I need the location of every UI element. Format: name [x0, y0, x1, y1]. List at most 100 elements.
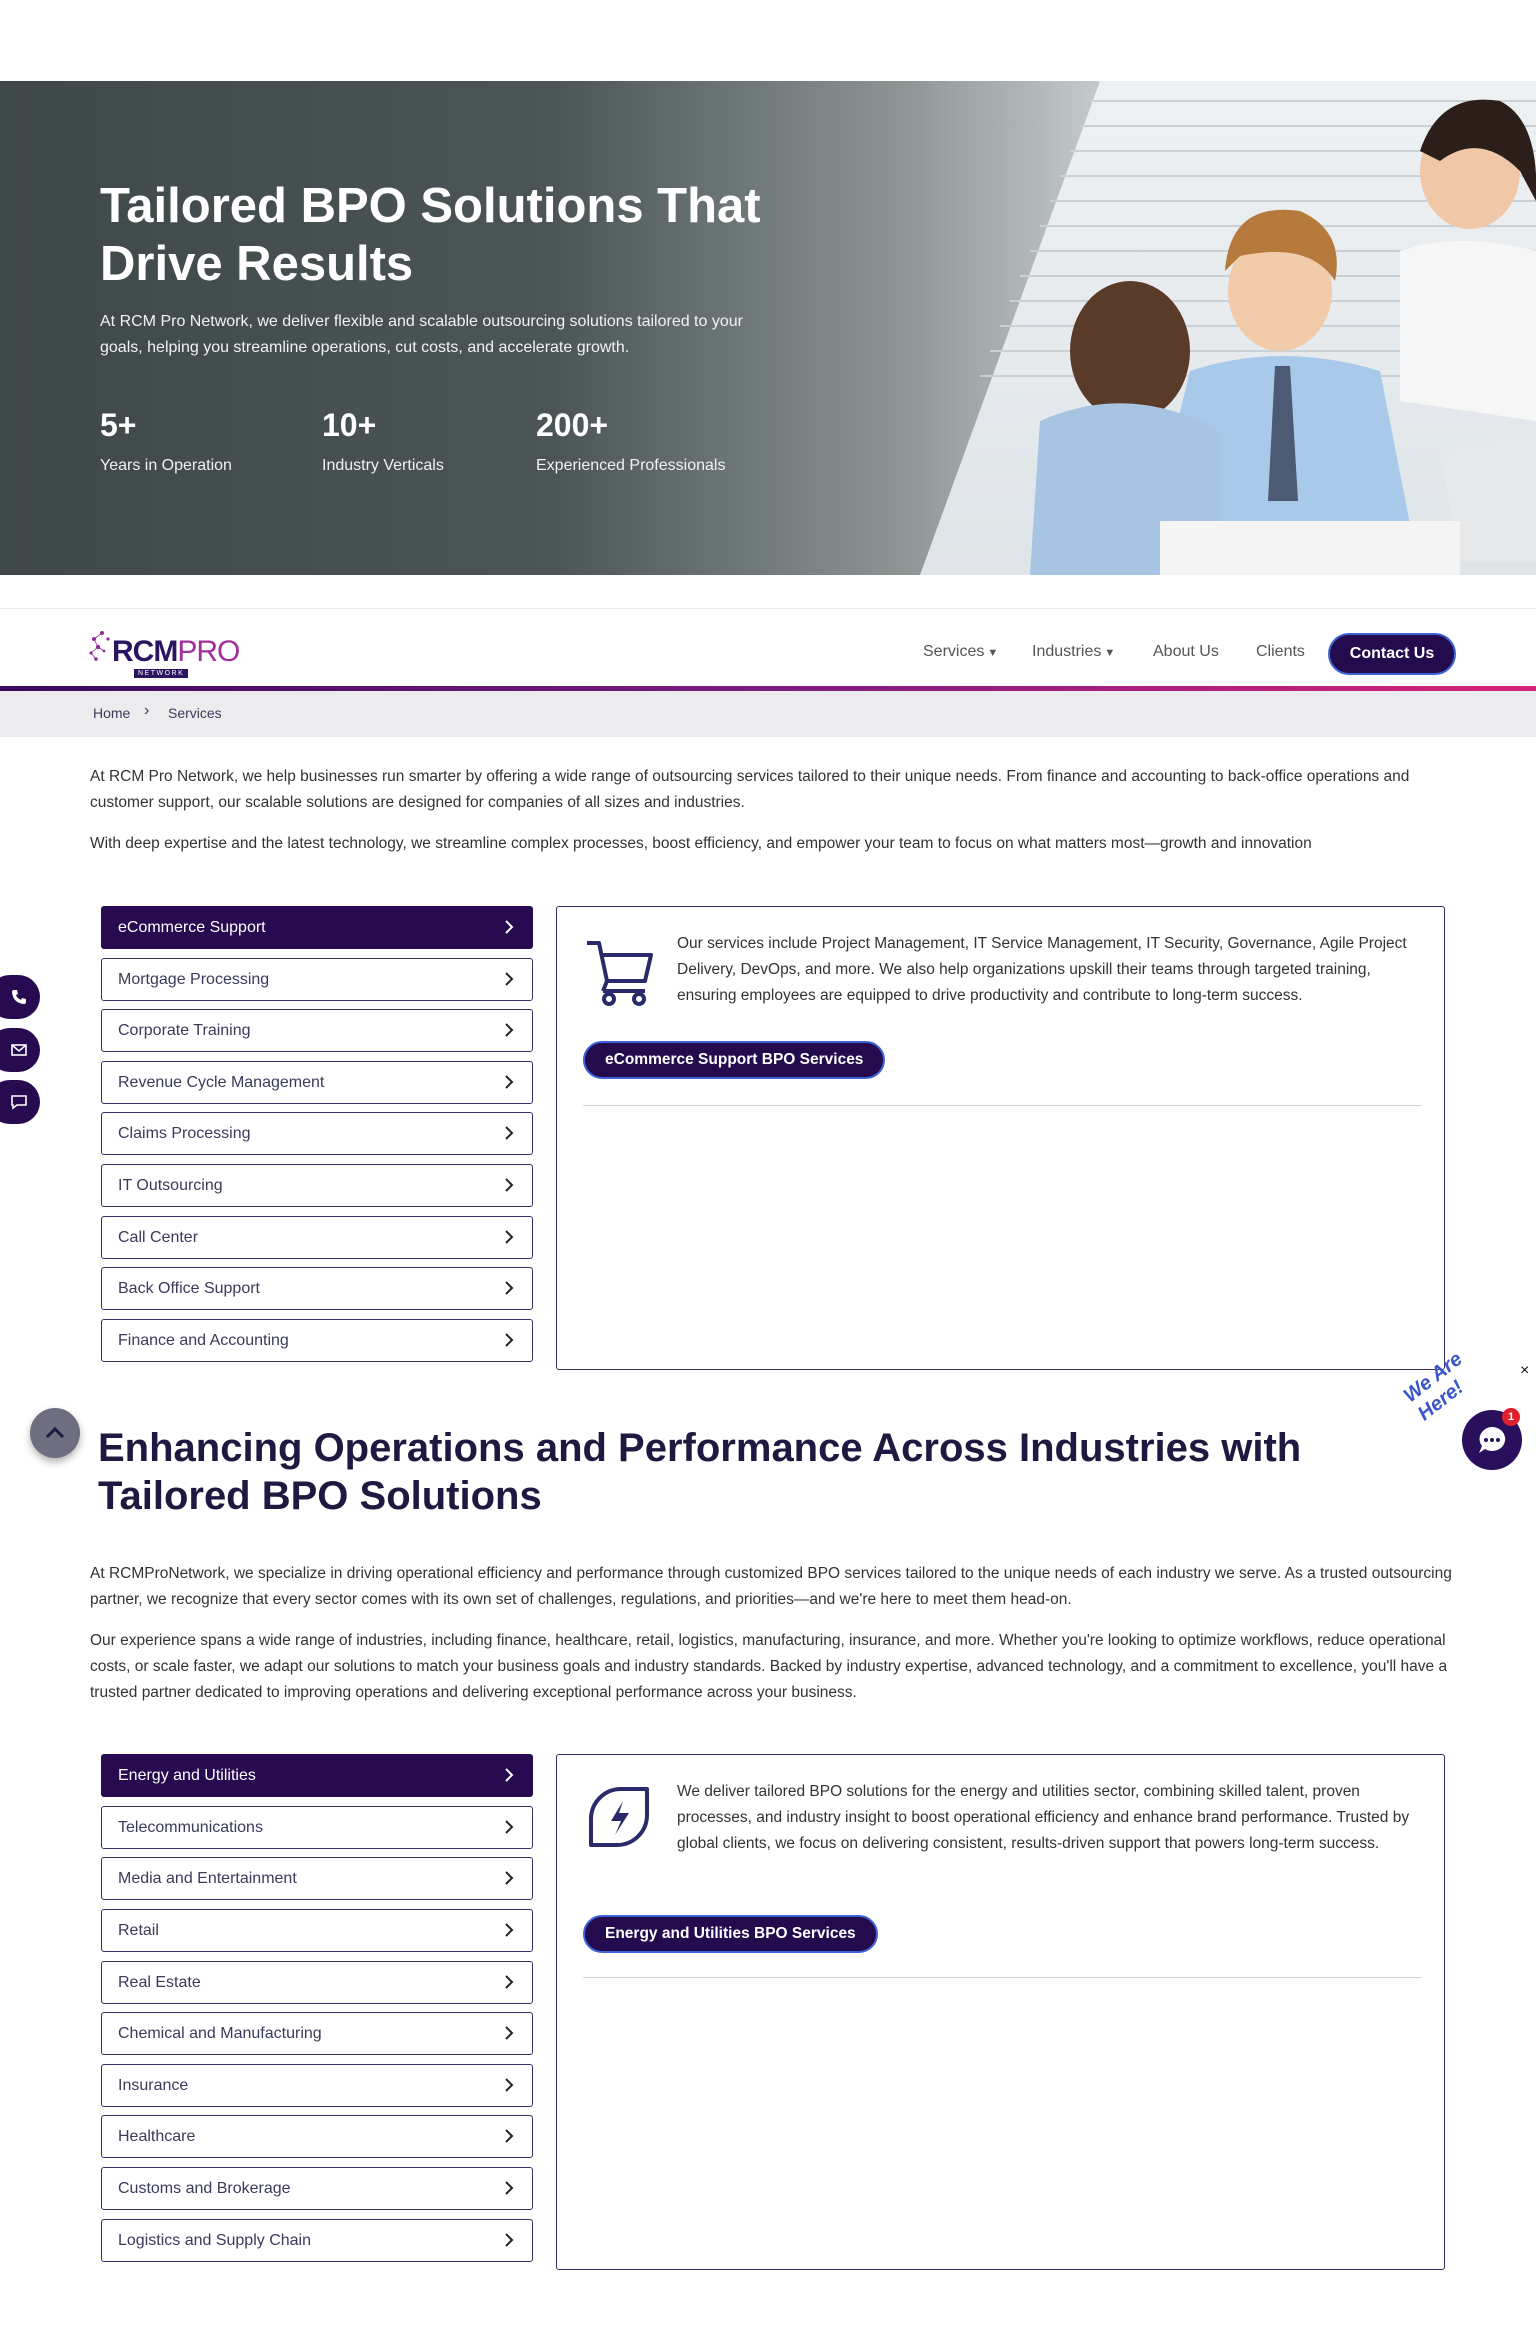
chevron-right-icon: [505, 2026, 514, 2040]
breadcrumb-home[interactable]: Home: [93, 705, 130, 721]
chat-close-icon[interactable]: ×: [1520, 1362, 1529, 1380]
scroll-to-top-button[interactable]: [30, 1408, 80, 1458]
nav-label: Clients: [1256, 643, 1305, 660]
hero-subtitle: At RCM Pro Network, we deliver flexible …: [100, 313, 743, 356]
list-item-label: Energy and Utilities: [118, 1766, 256, 1784]
energy-leaf-icon: [589, 1787, 649, 1847]
service-item-ecommerce-support[interactable]: eCommerce Support: [101, 906, 533, 949]
nav-services[interactable]: Services ▼: [923, 643, 998, 661]
chevron-right-icon: [505, 2181, 514, 2195]
email-float-button[interactable]: [0, 1028, 40, 1072]
hero-banner: Tailored BPO Solutions That Drive Result…: [0, 81, 1536, 575]
list-item-label: IT Outsourcing: [118, 1176, 223, 1194]
chat-notification-badge: 1: [1502, 1408, 1520, 1426]
chevron-up-icon: [45, 1426, 65, 1439]
list-item-label: Insurance: [118, 2076, 189, 2094]
phone-float-button[interactable]: [0, 975, 40, 1019]
service-detail-panel: Our services include Project Management,…: [556, 906, 1445, 1370]
breadcrumb-current: Services: [168, 705, 222, 721]
chevron-right-icon: [505, 1023, 514, 1037]
shopping-cart-icon: [587, 941, 653, 1006]
chevron-right-icon: [505, 1281, 514, 1295]
breadcrumb-separator-icon: ›: [144, 702, 150, 719]
stat-value: 5+: [100, 407, 137, 443]
logo-rcm: RCM: [112, 635, 178, 668]
stat-label: Years in Operation: [100, 457, 232, 474]
list-item-label: Back Office Support: [118, 1279, 260, 1297]
chevron-right-icon: [505, 2078, 514, 2092]
logo-wordmark: RCMPRO: [112, 635, 240, 669]
chat-bubble-icon: [1479, 1426, 1506, 1453]
nav-industries[interactable]: Industries ▼: [1032, 643, 1115, 661]
ecommerce-support-bpo-services-button[interactable]: eCommerce Support BPO Services: [583, 1041, 886, 1079]
chevron-right-icon: [505, 1126, 514, 1140]
list-item-label: Revenue Cycle Management: [118, 1073, 325, 1091]
chevron-right-icon: [505, 1768, 514, 1782]
list-item-label: Healthcare: [118, 2127, 196, 2145]
service-item-claims-processing[interactable]: Claims Processing: [101, 1112, 533, 1155]
industry-item-healthcare[interactable]: Healthcare: [101, 2115, 533, 2158]
panel-divider: [583, 1977, 1421, 1978]
industry-item-media-and-entertainment[interactable]: Media and Entertainment: [101, 1857, 533, 1900]
service-description: Our services include Project Management,…: [677, 935, 1407, 1004]
industry-description: We deliver tailored BPO solutions for th…: [677, 1783, 1410, 1852]
industry-item-logistics-and-supply-chain[interactable]: Logistics and Supply Chain: [101, 2219, 533, 2262]
service-item-revenue-cycle-management[interactable]: Revenue Cycle Management: [101, 1061, 533, 1104]
intro-paragraph-2: With deep expertise and the latest techn…: [90, 835, 1312, 852]
chevron-right-icon: [505, 1075, 514, 1089]
chat-float-button[interactable]: [0, 1080, 40, 1124]
hero-title: Tailored BPO Solutions That Drive Result…: [100, 179, 761, 291]
list-item-label: Media and Entertainment: [118, 1869, 297, 1887]
chevron-right-icon: [505, 1871, 514, 1885]
nav-label: Industries: [1032, 643, 1102, 660]
industry-item-telecommunications[interactable]: Telecommunications: [101, 1806, 533, 1849]
caret-down-icon: ▼: [1104, 647, 1116, 659]
energy-and-utilities-bpo-services-button[interactable]: Energy and Utilities BPO Services: [583, 1915, 878, 1953]
message-icon: [11, 1095, 27, 1110]
list-item-label: Chemical and Manufacturing: [118, 2024, 322, 2042]
intro-paragraph-1: At RCM Pro Network, we help businesses r…: [90, 768, 1410, 811]
chevron-right-icon: [505, 920, 514, 934]
industry-item-chemical-and-manufacturing[interactable]: Chemical and Manufacturing: [101, 2012, 533, 2055]
contact-us-button[interactable]: Contact Us: [1328, 633, 1456, 675]
industry-detail-panel: We deliver tailored BPO solutions for th…: [556, 1754, 1445, 2270]
chevron-right-icon: [505, 1820, 514, 1834]
service-item-it-outsourcing[interactable]: IT Outsourcing: [101, 1164, 533, 1207]
nav-about-us[interactable]: About Us: [1153, 643, 1219, 661]
stat-label: Experienced Professionals: [536, 457, 726, 474]
nav-clients[interactable]: Clients: [1256, 643, 1305, 661]
nav-label: About Us: [1153, 643, 1219, 660]
rcmpro-logo[interactable]: RCMPRO NETWORK: [88, 623, 248, 679]
chevron-right-icon: [505, 1178, 514, 1192]
nav-label: Services: [923, 643, 985, 660]
list-item-label: Real Estate: [118, 1973, 201, 1991]
chevron-right-icon: [505, 1333, 514, 1347]
list-item-label: Customs and Brokerage: [118, 2179, 291, 2197]
list-item-label: Call Center: [118, 1228, 199, 1246]
logo-network: NETWORK: [134, 669, 189, 678]
industries-paragraph-2: Our experience spans a wide range of ind…: [90, 1632, 1448, 1701]
stat-professionals: 200+ Experienced Professionals: [536, 405, 725, 475]
phone-icon: [12, 990, 26, 1004]
industry-item-real-estate[interactable]: Real Estate: [101, 1961, 533, 2004]
chevron-right-icon: [505, 1230, 514, 1244]
service-item-finance-and-accounting[interactable]: Finance and Accounting: [101, 1319, 533, 1362]
list-item-label: Claims Processing: [118, 1124, 251, 1142]
service-item-mortgage-processing[interactable]: Mortgage Processing: [101, 958, 533, 1001]
industry-item-energy-and-utilities[interactable]: Energy and Utilities: [101, 1754, 533, 1797]
logo-pro: PRO: [177, 635, 240, 668]
industries-paragraph-1: At RCMProNetwork, we specialize in drivi…: [90, 1565, 1452, 1608]
service-item-call-center[interactable]: Call Center: [101, 1216, 533, 1259]
list-item-label: Mortgage Processing: [118, 970, 270, 988]
list-item-label: eCommerce Support: [118, 918, 266, 936]
industry-item-retail[interactable]: Retail: [101, 1909, 533, 1952]
list-item-label: Telecommunications: [118, 1818, 263, 1836]
industry-item-customs-and-brokerage[interactable]: Customs and Brokerage: [101, 2167, 533, 2210]
chevron-right-icon: [505, 1923, 514, 1937]
breadcrumb: Home › Services: [0, 691, 1536, 737]
service-item-corporate-training[interactable]: Corporate Training: [101, 1009, 533, 1052]
service-item-back-office-support[interactable]: Back Office Support: [101, 1267, 533, 1310]
list-item-label: Corporate Training: [118, 1021, 251, 1039]
industry-item-insurance[interactable]: Insurance: [101, 2064, 533, 2107]
list-item-label: Logistics and Supply Chain: [118, 2231, 312, 2249]
